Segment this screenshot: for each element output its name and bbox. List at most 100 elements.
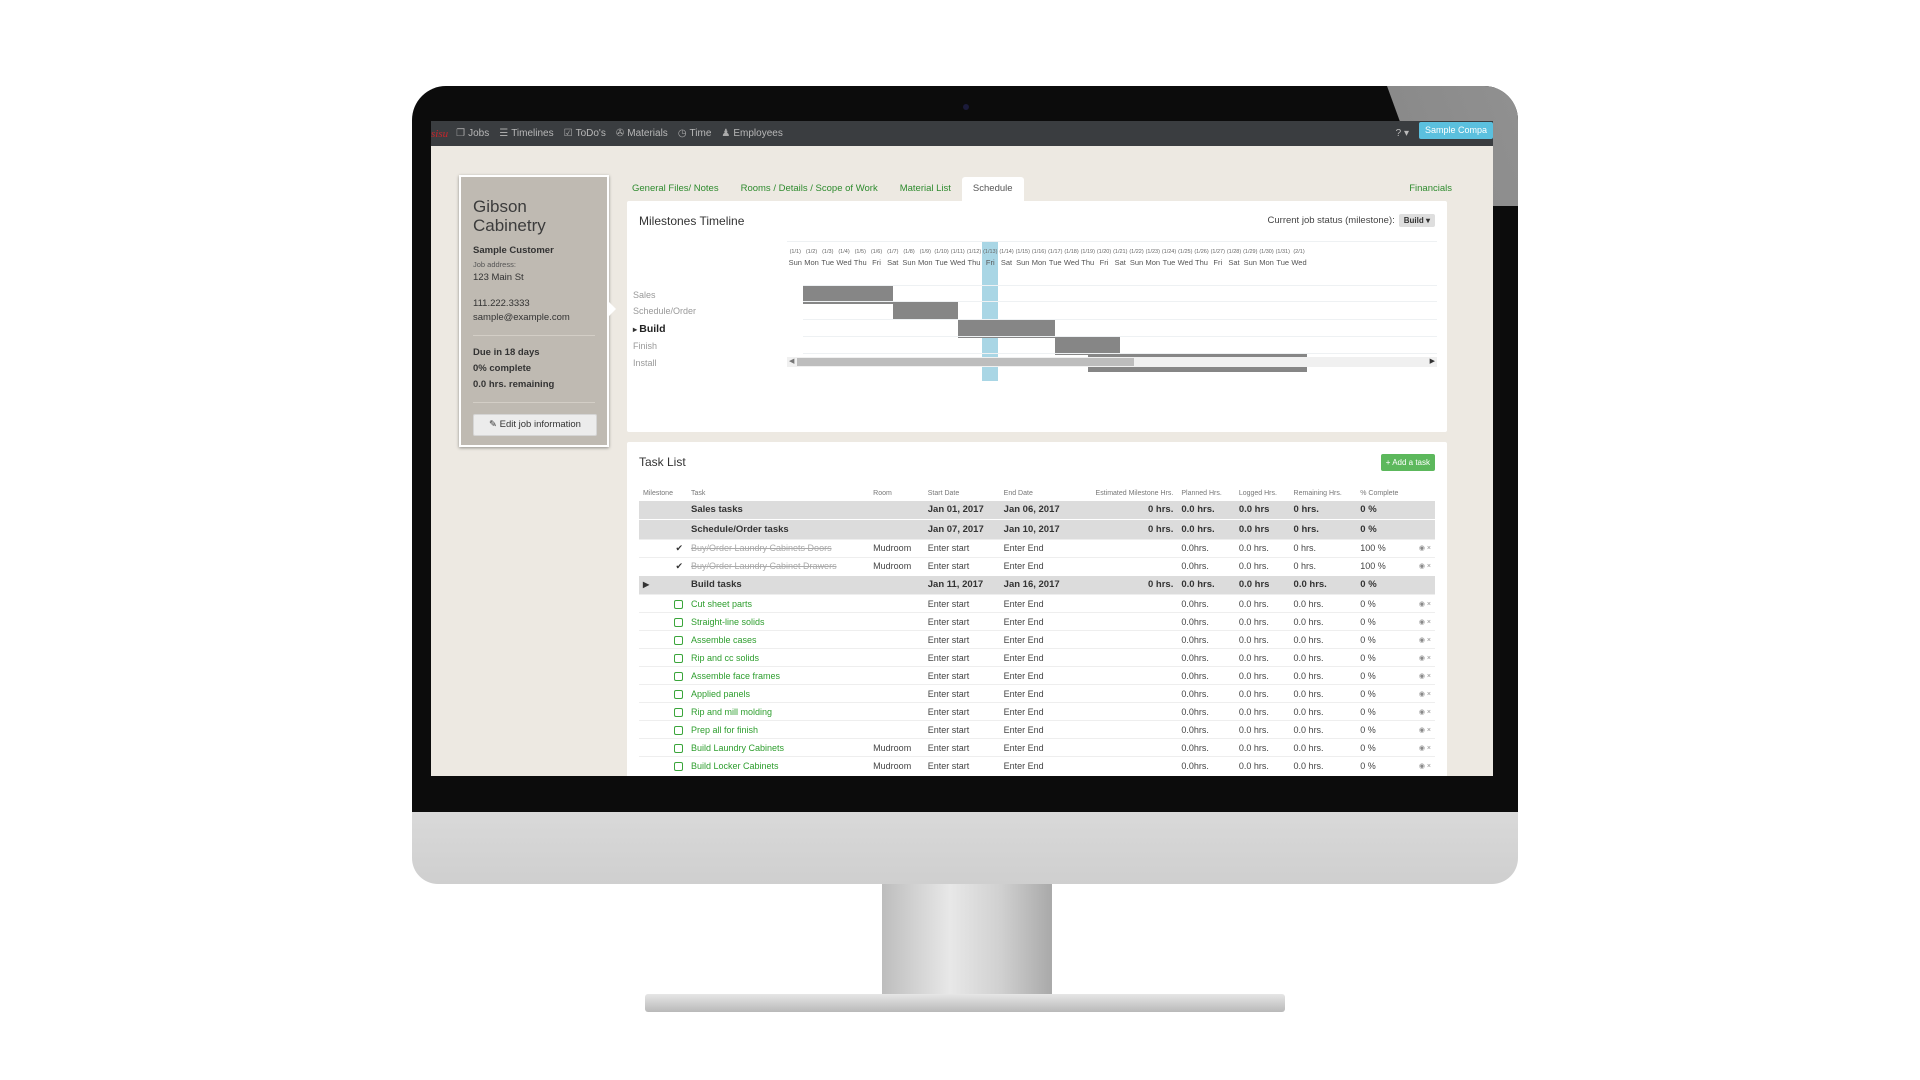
end-date[interactable]: Enter End <box>999 738 1076 757</box>
row-actions[interactable]: ◉ × <box>1410 648 1435 667</box>
delete-icon[interactable]: × <box>1427 763 1431 770</box>
end-date[interactable]: Enter End <box>999 702 1076 721</box>
checkbox-icon[interactable] <box>674 671 683 681</box>
end-date[interactable]: Enter End <box>999 612 1076 631</box>
row-actions[interactable]: ◉ × <box>1410 594 1435 613</box>
delete-icon[interactable]: × <box>1427 673 1431 680</box>
gantt-scrollbar[interactable]: ◀ ▶ <box>787 357 1437 367</box>
checkbox-icon[interactable] <box>674 725 683 735</box>
checkbox-icon[interactable] <box>674 599 683 609</box>
checkmark-icon[interactable]: ✔ <box>675 543 683 553</box>
end-date[interactable]: Enter End <box>999 720 1076 739</box>
nav-item-jobs[interactable]: ❐ Jobs <box>456 128 489 139</box>
checkbox-icon[interactable] <box>674 761 683 771</box>
tab-rooms-details-scope-of-work[interactable]: Rooms / Details / Scope of Work <box>730 177 889 201</box>
task-status[interactable] <box>639 738 687 757</box>
start-date[interactable]: Enter start <box>923 648 1000 667</box>
checkbox-icon[interactable] <box>674 653 683 663</box>
task-name[interactable]: Applied panels <box>687 684 870 703</box>
task-name[interactable]: Assemble face frames <box>687 666 870 685</box>
delete-icon[interactable]: × <box>1427 619 1431 626</box>
view-icon[interactable]: ◉ <box>1419 601 1425 608</box>
task-row[interactable]: Applied panels Enter start Enter End 0.0hrs… <box>639 684 1435 703</box>
row-actions[interactable]: ◉ × <box>1410 684 1435 703</box>
nav-item-materials[interactable]: ✇ Materials <box>616 128 668 139</box>
task-row[interactable]: Prep all for finish Enter start Enter End 0… <box>639 720 1435 739</box>
nav-item-timelines[interactable]: ☰ Timelines <box>499 128 553 139</box>
start-date[interactable]: Enter start <box>923 594 1000 613</box>
task-row[interactable]: ✔ Buy/Order Laundry Cabinet Drawers Mudroo… <box>639 556 1435 575</box>
start-date[interactable]: Enter start <box>923 666 1000 685</box>
task-status[interactable] <box>639 666 687 685</box>
edit-job-button[interactable]: ✎ Edit job information <box>473 414 597 436</box>
view-icon[interactable]: ◉ <box>1419 545 1425 552</box>
task-row[interactable]: ✔ Buy/Order Laundry Cabinets Doors Mudroom… <box>639 538 1435 557</box>
nav-item-todos[interactable]: ☑ ToDo's <box>564 128 606 139</box>
task-name[interactable]: Prep all for finish <box>687 720 870 739</box>
end-date[interactable]: Enter End <box>999 684 1076 703</box>
end-date[interactable]: Enter End <box>999 648 1076 667</box>
task-row[interactable]: Cut sheet parts Enter start Enter End 0.0hr… <box>639 594 1435 613</box>
task-name[interactable]: Buy/Order Laundry Cabinets Doors <box>687 538 870 557</box>
view-icon[interactable]: ◉ <box>1419 709 1425 716</box>
tab-general-files-notes[interactable]: General Files/ Notes <box>621 177 730 201</box>
milestone-label[interactable]: Finish <box>633 341 657 351</box>
start-date[interactable]: Enter start <box>923 684 1000 703</box>
task-name[interactable]: Buy/Order Laundry Cabinet Drawers <box>687 556 870 575</box>
task-name[interactable]: Build Laundry Cabinets <box>687 738 870 757</box>
group-toggle[interactable]: ▶ <box>639 574 687 595</box>
task-row[interactable]: Straight-line solids Enter start Enter End… <box>639 612 1435 631</box>
end-date[interactable]: Enter End <box>999 756 1076 775</box>
task-row[interactable]: Build Laundry Cabinets Mudroom Enter start… <box>639 738 1435 757</box>
start-date[interactable]: Enter start <box>923 556 1000 575</box>
delete-icon[interactable]: × <box>1427 709 1431 716</box>
task-status[interactable] <box>639 702 687 721</box>
delete-icon[interactable]: × <box>1427 745 1431 752</box>
row-actions[interactable]: ◉ × <box>1410 630 1435 649</box>
task-row[interactable]: Assemble cases Enter start Enter End 0.0hrs… <box>639 630 1435 649</box>
start-date[interactable]: Enter start <box>923 702 1000 721</box>
row-actions[interactable]: ◉ × <box>1410 538 1435 557</box>
add-task-button[interactable]: + Add a task <box>1380 454 1435 471</box>
delete-icon[interactable]: × <box>1427 563 1431 570</box>
start-date[interactable]: Enter start <box>923 612 1000 631</box>
view-icon[interactable]: ◉ <box>1419 745 1425 752</box>
help-dropdown[interactable]: ? ▾ <box>1396 128 1409 139</box>
milestone-label[interactable]: Schedule/Order <box>633 306 696 316</box>
checkbox-icon[interactable] <box>674 617 683 627</box>
start-date[interactable]: Enter start <box>923 538 1000 557</box>
row-actions[interactable]: ◉ × <box>1410 612 1435 631</box>
milestone-status-dropdown[interactable]: Build ▾ <box>1398 214 1435 227</box>
row-actions[interactable]: ◉ × <box>1410 756 1435 775</box>
task-row[interactable]: Build Locker Cabinets Mudroom Enter start E… <box>639 756 1435 775</box>
delete-icon[interactable]: × <box>1427 601 1431 608</box>
row-actions[interactable]: ◉ × <box>1410 738 1435 757</box>
task-status[interactable] <box>639 756 687 775</box>
task-name[interactable]: Cut sheet parts <box>687 594 870 613</box>
checkbox-icon[interactable] <box>674 689 683 699</box>
task-status[interactable] <box>639 612 687 631</box>
company-button[interactable]: Sample Compa <box>1418 122 1493 139</box>
tab-material-list[interactable]: Material List <box>889 177 962 201</box>
brand-logo[interactable]: sisu <box>431 128 448 140</box>
milestone-label[interactable]: ▸ Build <box>633 323 666 335</box>
view-icon[interactable]: ◉ <box>1419 691 1425 698</box>
view-icon[interactable]: ◉ <box>1419 563 1425 570</box>
nav-item-employees[interactable]: ♟ Employees <box>721 128 782 139</box>
end-date[interactable]: Enter End <box>999 666 1076 685</box>
delete-icon[interactable]: × <box>1427 637 1431 644</box>
financials-link[interactable]: Financials <box>1409 177 1456 201</box>
view-icon[interactable]: ◉ <box>1419 673 1425 680</box>
task-status[interactable] <box>639 630 687 649</box>
checkbox-icon[interactable] <box>674 635 683 645</box>
task-status[interactable]: ✔ <box>639 556 687 575</box>
start-date[interactable]: Enter start <box>923 756 1000 775</box>
delete-icon[interactable]: × <box>1427 691 1431 698</box>
task-row[interactable]: Assemble face frames Enter start Enter End… <box>639 666 1435 685</box>
end-date[interactable]: Enter End <box>999 630 1076 649</box>
task-status[interactable] <box>639 648 687 667</box>
tab-schedule[interactable]: Schedule <box>961 177 1024 201</box>
nav-item-time[interactable]: ◷ Time <box>678 128 712 139</box>
view-icon[interactable]: ◉ <box>1419 619 1425 626</box>
milestone-bar-schedule-order[interactable] <box>892 302 958 320</box>
